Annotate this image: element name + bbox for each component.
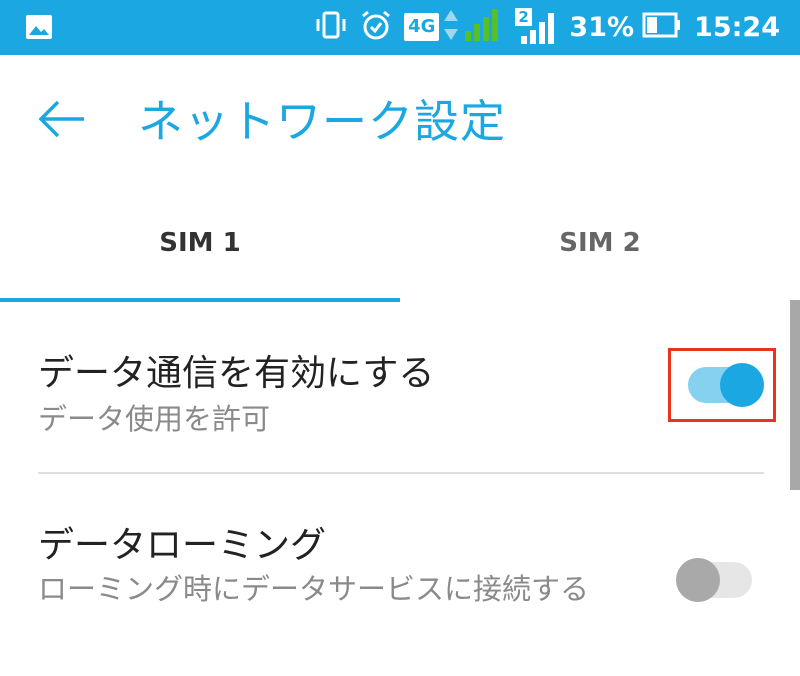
data-roaming-toggle[interactable] [676,558,756,602]
page-title: ネットワーク設定 [138,95,507,148]
network-4g-icon: 4G [404,13,440,41]
sim-tabs: SIM 1 SIM 2 [0,183,800,302]
app-bar: ネットワーク設定 [0,55,800,183]
pref-data-enable-summary: データ使用を許可 [38,402,271,436]
scrollbar[interactable] [790,300,800,490]
tab-sim1-label: SIM 1 [159,227,241,258]
vibrate-icon [314,10,348,44]
back-arrow-icon [38,100,84,138]
battery-percent: 31% [569,11,635,43]
tab-sim2[interactable]: SIM 2 [400,183,800,302]
toggle-thumb [676,558,720,602]
pref-data-roaming-summary: ローミング時にデータサービスに接続する [38,572,590,606]
alarm-icon [360,9,392,45]
pref-data-roaming-title: データローミング [38,525,327,566]
network-type-label: 4G [408,16,436,37]
pref-data-enable-title: データ通信を有効にする [38,353,435,394]
data-arrows-icon [443,8,459,46]
clock: 15:24 [694,11,780,43]
signal-sim1-icon [463,7,503,47]
back-button[interactable] [36,91,92,147]
tab-sim2-label: SIM 2 [559,227,641,258]
image-icon [24,12,54,46]
signal-sim2-icon: 2 [515,8,557,46]
highlight-box [668,348,776,422]
tab-sim1[interactable]: SIM 1 [0,183,400,302]
pref-data-roaming[interactable]: データローミング ローミング時にデータサービスに接続する [0,474,790,676]
status-bar: 4G 2 31% 15:24 [0,0,800,55]
battery-icon [642,12,682,42]
